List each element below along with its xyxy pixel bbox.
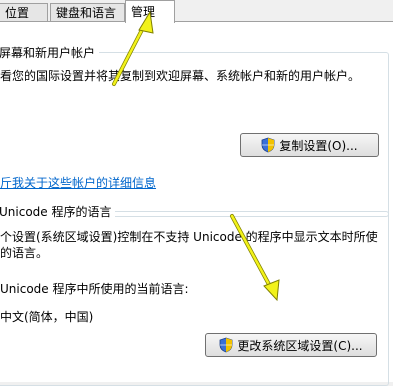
- uac-shield-icon: [261, 137, 275, 153]
- welcome-description: 看您的国际设置并将其复制到欢迎屏幕、系统帐户和新的用户帐户。: [0, 69, 361, 83]
- copy-settings-label: 复制设置(O)...: [279, 138, 358, 153]
- non-unicode-description-line2: 的语言。: [0, 246, 49, 260]
- tab-keyboard-language[interactable]: 键盘和语言: [50, 3, 125, 21]
- non-unicode-group-title: Unicode 程序的语言: [0, 203, 116, 220]
- tab-strip: 位置 键盘和语言 管理: [0, 0, 393, 23]
- non-unicode-description-line1: 个设置(系统区域设置)控制在不支持 Unicode 的程序中显示文本时所使: [0, 230, 378, 244]
- current-language-label: Unicode 程序中所使用的当前语言:: [0, 282, 189, 296]
- tab-administrative[interactable]: 管理: [125, 0, 175, 23]
- change-system-locale-label: 更改系统区域设置(C)...: [237, 338, 363, 353]
- uac-shield-icon: [220, 337, 233, 353]
- change-system-locale-button[interactable]: 更改系统区域设置(C)...: [205, 333, 377, 357]
- copy-settings-button[interactable]: 复制设置(O)...: [240, 133, 379, 157]
- welcome-group-title: 屏幕和新用户帐户: [0, 44, 100, 61]
- accounts-info-link[interactable]: 斤我关于这些帐户的详细信息: [0, 174, 156, 191]
- tab-location[interactable]: 位置: [0, 3, 48, 21]
- tab-page-administrative: 屏幕和新用户帐户 看您的国际设置并将其复制到欢迎屏幕、系统帐户和新的用户帐户。 …: [0, 21, 393, 386]
- current-language-value: 中文(简体，中国): [0, 310, 94, 324]
